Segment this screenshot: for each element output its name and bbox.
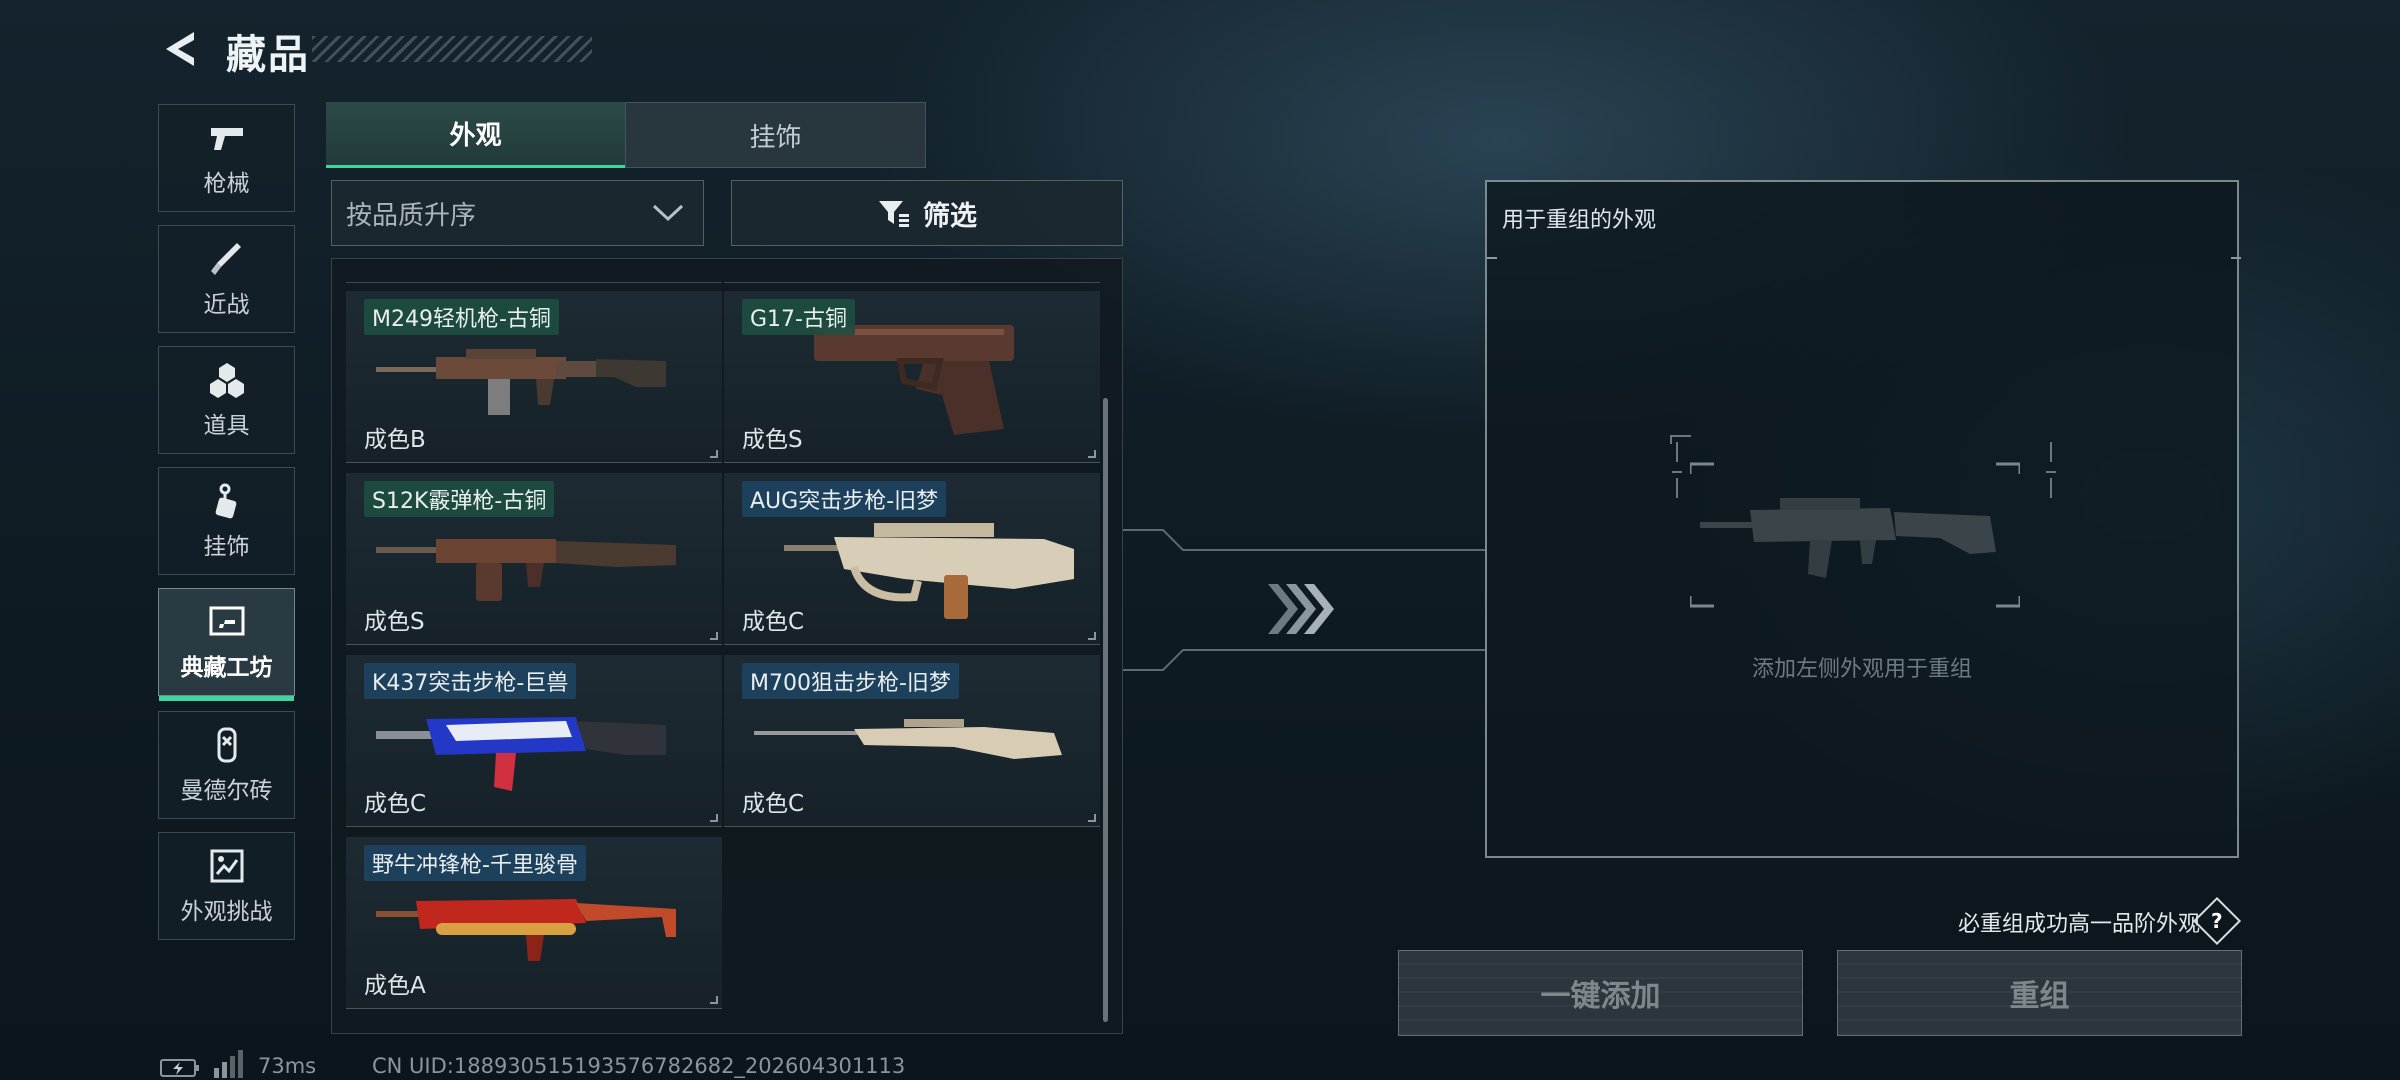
filter-button-label: 筛选: [923, 200, 977, 232]
rifle-placeholder-icon: [1690, 462, 2020, 608]
skin-name: 野牛冲锋枪-千里骏骨: [364, 845, 586, 881]
help-icon-glyph: ?: [2211, 908, 2223, 933]
battery-icon: [160, 1059, 199, 1077]
skin-name: K437突击步枪-巨兽: [364, 663, 577, 699]
brick-icon: [217, 727, 236, 763]
card-corner: [710, 632, 718, 640]
tab-charms[interactable]: 挂饰: [625, 102, 926, 168]
skin-name: M249轻机枪-古铜: [364, 299, 559, 335]
nav-item-label: 道具: [203, 413, 250, 439]
smg-icon: [376, 899, 676, 961]
skin-name: M700狙击步枪-旧梦: [742, 663, 959, 699]
sniper-rifle-icon: [754, 719, 1062, 759]
chevron-down-icon: [652, 204, 684, 222]
filter-icon: [879, 201, 909, 227]
nav-item-melee[interactable]: 近战: [158, 225, 295, 333]
challenge-icon: [210, 849, 243, 883]
signal-strength-icon: [214, 1050, 243, 1078]
add-all-button[interactable]: 一键添加: [1398, 950, 1803, 1036]
skin-card-s12k[interactable]: S12K霰弹枪-古铜 成色S: [346, 473, 722, 645]
card-corner: [710, 996, 718, 1004]
skin-name: AUG突击步枪-旧梦: [742, 481, 947, 517]
uid-text: CN UID:1889305151935767826​82_2026043011…: [372, 1054, 906, 1078]
grid-partial-row-item: [724, 259, 1100, 283]
card-corner: [1088, 632, 1096, 640]
skin-card-aug[interactable]: AUG突击步枪-旧梦 成色C: [724, 473, 1100, 645]
skin-name: G17-古铜: [742, 299, 855, 335]
nav-item-appearance-challenge[interactable]: 外观挑战: [158, 832, 295, 940]
ping-text: 73ms: [258, 1054, 317, 1078]
nav-item-workshop[interactable]: 典藏工坊: [158, 588, 295, 701]
skin-grade: 成色B: [364, 427, 426, 453]
bullpup-rifle-icon: [784, 523, 1074, 619]
nav-item-mandel-brick[interactable]: 曼德尔砖: [158, 711, 295, 819]
sort-dropdown-value: 按品质升序: [346, 200, 477, 231]
lmg-icon: [376, 349, 666, 415]
card-corner: [710, 814, 718, 822]
reorganize-button[interactable]: 重组: [1837, 950, 2242, 1036]
skin-card-bizon[interactable]: 野牛冲锋枪-千里骏骨 成色A: [346, 837, 722, 1009]
workshop-icon: [209, 606, 244, 636]
grenade-icon: [209, 363, 244, 398]
sort-dropdown[interactable]: 按品质升序: [331, 180, 704, 246]
nav-item-label: 典藏工坊: [180, 655, 273, 681]
grid-partial-row-item: [346, 259, 722, 283]
appearance-grid: M249轻机枪-古铜 成色B G17-古铜 成色S S12K霰弹枪-古铜 成色S: [331, 258, 1123, 1034]
reorg-panel-title: 用于重组的外观: [1502, 208, 1657, 233]
knife-icon: [210, 243, 241, 275]
nav-item-label: 曼德尔砖: [180, 778, 273, 804]
help-icon[interactable]: ?: [2192, 896, 2242, 946]
skin-grade: 成色S: [364, 609, 425, 635]
tab-bar: 外观 挂饰: [326, 102, 926, 168]
skin-grade: 成色S: [742, 427, 803, 453]
nav-item-charms[interactable]: 挂饰: [158, 467, 295, 575]
shotgun-icon: [376, 539, 676, 601]
skin-grade: 成色C: [364, 791, 427, 817]
back-arrow-icon[interactable]: [158, 26, 204, 72]
skin-card-k437[interactable]: K437突击步枪-巨兽 成色C: [346, 655, 722, 827]
skin-grade: 成色A: [364, 973, 426, 999]
title-decoration: [312, 36, 592, 62]
nav-item-items[interactable]: 道具: [158, 346, 295, 454]
card-corner: [1088, 814, 1096, 822]
page-title: 藏品: [226, 32, 310, 78]
guarantee-text: 必重组成功高一品阶外观: [1957, 912, 2200, 937]
charm-icon: [215, 483, 236, 519]
grid-scrollbar[interactable]: [1103, 398, 1108, 1022]
nav-item-label: 枪械: [203, 171, 250, 197]
pistol-icon: [210, 128, 243, 150]
skin-card-g17[interactable]: G17-古铜 成色S: [724, 291, 1100, 463]
nav-item-label: 外观挑战: [180, 899, 273, 925]
nav-item-label: 近战: [203, 292, 250, 318]
tab-appearance[interactable]: 外观: [326, 102, 625, 168]
skin-card-m249[interactable]: M249轻机枪-古铜 成色B: [346, 291, 722, 463]
nav-item-label: 挂饰: [203, 534, 250, 560]
skin-grade: 成色C: [742, 791, 805, 817]
chevrons-right-icon: [1268, 584, 1334, 634]
skin-name: S12K霰弹枪-古铜: [364, 481, 555, 517]
filter-button[interactable]: 筛选: [731, 180, 1123, 246]
reorg-placeholder-text: 添加左侧外观用于重组: [1751, 657, 1972, 682]
skin-card-m700[interactable]: M700狙击步枪-旧梦 成色C: [724, 655, 1100, 827]
card-corner: [1088, 450, 1096, 458]
card-corner: [710, 450, 718, 458]
skin-grade: 成色C: [742, 609, 805, 635]
nav-item-guns[interactable]: 枪械: [158, 104, 295, 212]
